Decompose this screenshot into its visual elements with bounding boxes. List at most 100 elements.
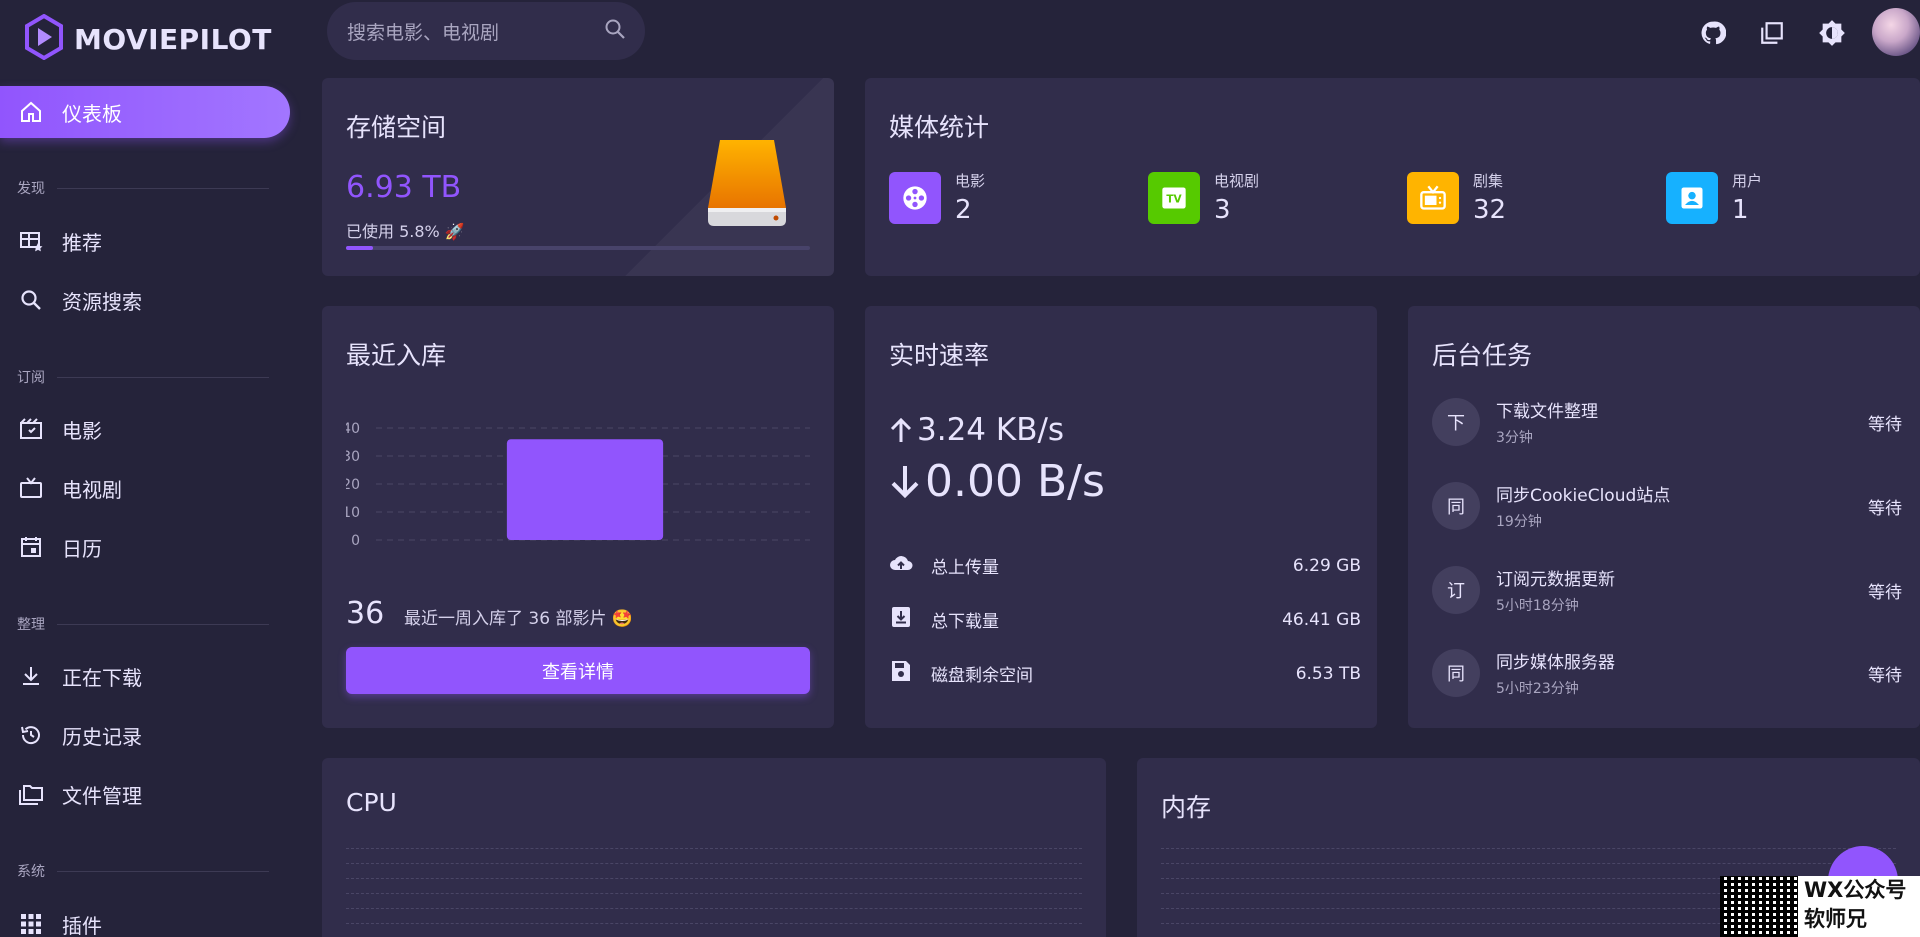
folder-multiple-icon [18,781,44,807]
stat-tv-shows: TV 电视剧 3 [1148,170,1259,225]
task-status: 等待 [1868,498,1902,519]
recent-card: 最近入库 0 10 20 30 40 36 最近一周入库了 36 部影片 🤩 查看详情 [322,306,834,728]
search-placeholder: 搜索电影、电视剧 [347,21,500,44]
sidebar-item-calendar[interactable]: 日历 [0,521,290,573]
stat-value: 6.29 GB [1292,555,1361,576]
search-icon[interactable] [603,17,627,46]
sidebar-item-resource-search[interactable]: 资源搜索 [0,274,290,326]
background-tasks-card: 后台任务 下 下载文件整理 3分钟 等待 同 同步CookieCloud站点 19分… [1408,306,1920,728]
sidebar-item-label: 仪表板 [62,101,122,126]
tv-icon: TV [1148,171,1200,224]
qr-code-icon [1720,876,1798,937]
arrow-up-icon [890,417,912,442]
stat-value: 2 [955,195,972,225]
sidebar-item-downloading[interactable]: 正在下载 [0,650,290,702]
recent-summary: 最近一周入库了 36 部影片 🤩 [404,609,634,629]
sidebar-item-file-manager[interactable]: 文件管理 [0,768,290,820]
movie-clapper-icon [18,416,44,442]
storage-card: 存储空间 6.93 TB 已使用 5.8% 🚀 [322,78,834,276]
copy-window-icon[interactable] [1757,18,1787,48]
svg-text:TV: TV [1166,193,1182,205]
task-name: 下载文件整理 [1496,402,1598,422]
moviepilot-logo-icon [24,13,64,64]
storage-progress-fill [346,246,373,250]
sidebar-item-plugins[interactable]: 插件 [0,898,290,937]
task-status: 等待 [1868,414,1902,435]
stat-label: 电视剧 [1214,172,1260,190]
card-title: 存储空间 [346,113,447,142]
task-item[interactable]: 下 下载文件整理 3分钟 等待 [1432,396,1902,448]
y-tick-label: 40 [346,421,360,437]
sidebar-item-label: 推荐 [62,230,102,255]
card-title: 后台任务 [1432,341,1533,370]
media-stats-card: 媒体统计 电影 2 TV 电视剧 3 剧集 32 用户 1 [865,78,1920,276]
stat-row-total-upload: 总上传量 6.29 GB [889,552,1361,579]
sidebar-item-recommend[interactable]: 推荐 [0,215,290,267]
sidebar: MOVIEPILOT 仪表板 发现 推荐 资源搜索 订阅 电影 电视剧 日历 整… [0,0,300,937]
sidebar-item-label: 电影 [62,418,102,443]
stat-value: 32 [1473,195,1507,225]
sidebar-item-label: 历史记录 [62,724,142,749]
watermark-line2: 软师兄 [1804,907,1867,931]
stat-users: 用户 1 [1666,170,1762,225]
section-title-discover: 发现 [17,178,269,198]
card-title: 内存 [1161,793,1212,822]
task-status: 等待 [1868,582,1902,603]
stat-value: 1 [1732,195,1749,225]
task-name: 同步CookieCloud站点 [1496,486,1671,506]
stat-label: 总下载量 [931,612,999,632]
search-input[interactable]: 搜索电影、电视剧 [327,2,645,60]
card-title: CPU [346,788,397,817]
task-item[interactable]: 同 同步CookieCloud站点 19分钟 等待 [1432,480,1902,532]
watermark-qr: WX公众号 软师兄 [1720,876,1920,937]
stat-value: 6.53 TB [1295,663,1361,684]
chart-bar[interactable] [506,439,664,540]
y-tick-label: 30 [346,449,360,465]
section-title-system: 系统 [17,861,269,881]
film-reel-icon [889,171,941,224]
task-time: 5小时23分钟 [1496,681,1579,697]
sidebar-item-label: 正在下载 [62,665,142,690]
recommend-icon [18,228,44,254]
app-logo[interactable]: MOVIEPILOT [24,13,272,64]
apps-grid-icon [18,911,44,937]
card-title: 媒体统计 [889,113,990,142]
theme-toggle-icon[interactable] [1817,18,1847,48]
card-title: 实时速率 [889,341,990,370]
history-icon [18,722,44,748]
task-item[interactable]: 同 同步媒体服务器 5小时23分钟 等待 [1432,647,1902,699]
calendar-icon [18,534,44,560]
task-name: 订阅元数据更新 [1496,570,1615,590]
download-icon [18,663,44,689]
github-icon[interactable] [1698,18,1728,48]
cpu-chart-grid [346,848,1082,937]
section-title-organize: 整理 [17,614,269,634]
sidebar-item-tv[interactable]: 电视剧 [0,462,290,514]
watermark-line1: WX公众号 [1804,878,1907,902]
stat-row-total-download: 总下载量 46.41 GB [889,606,1361,633]
stat-label: 电影 [955,172,986,190]
user-avatar[interactable] [1872,8,1920,56]
sidebar-item-label: 电视剧 [62,477,122,502]
section-title-subscribe: 订阅 [17,367,269,387]
app-name: MOVIEPILOT [74,22,272,56]
recent-count: 36 [346,596,385,631]
sidebar-item-history[interactable]: 历史记录 [0,709,290,761]
task-avatar: 订 [1432,566,1480,614]
y-tick-label: 20 [346,477,360,493]
sidebar-item-dashboard[interactable]: 仪表板 [0,86,290,138]
task-avatar: 下 [1432,398,1480,446]
hard-drive-icon [702,136,792,234]
upload-speed: 3.24 KB/s [889,412,1064,448]
tv-icon [18,475,44,501]
download-speed-value: 0.00 B/s [925,456,1105,507]
cloud-upload-icon [889,552,913,579]
task-avatar: 同 [1432,649,1480,697]
storage-total: 6.93 TB [346,170,462,205]
task-time: 5小时18分钟 [1496,598,1579,614]
stat-label: 用户 [1732,172,1763,190]
stat-label: 总上传量 [931,558,999,578]
view-details-button[interactable]: 查看详情 [346,647,810,694]
task-item[interactable]: 订 订阅元数据更新 5小时18分钟 等待 [1432,564,1902,616]
sidebar-item-movie[interactable]: 电影 [0,403,290,455]
